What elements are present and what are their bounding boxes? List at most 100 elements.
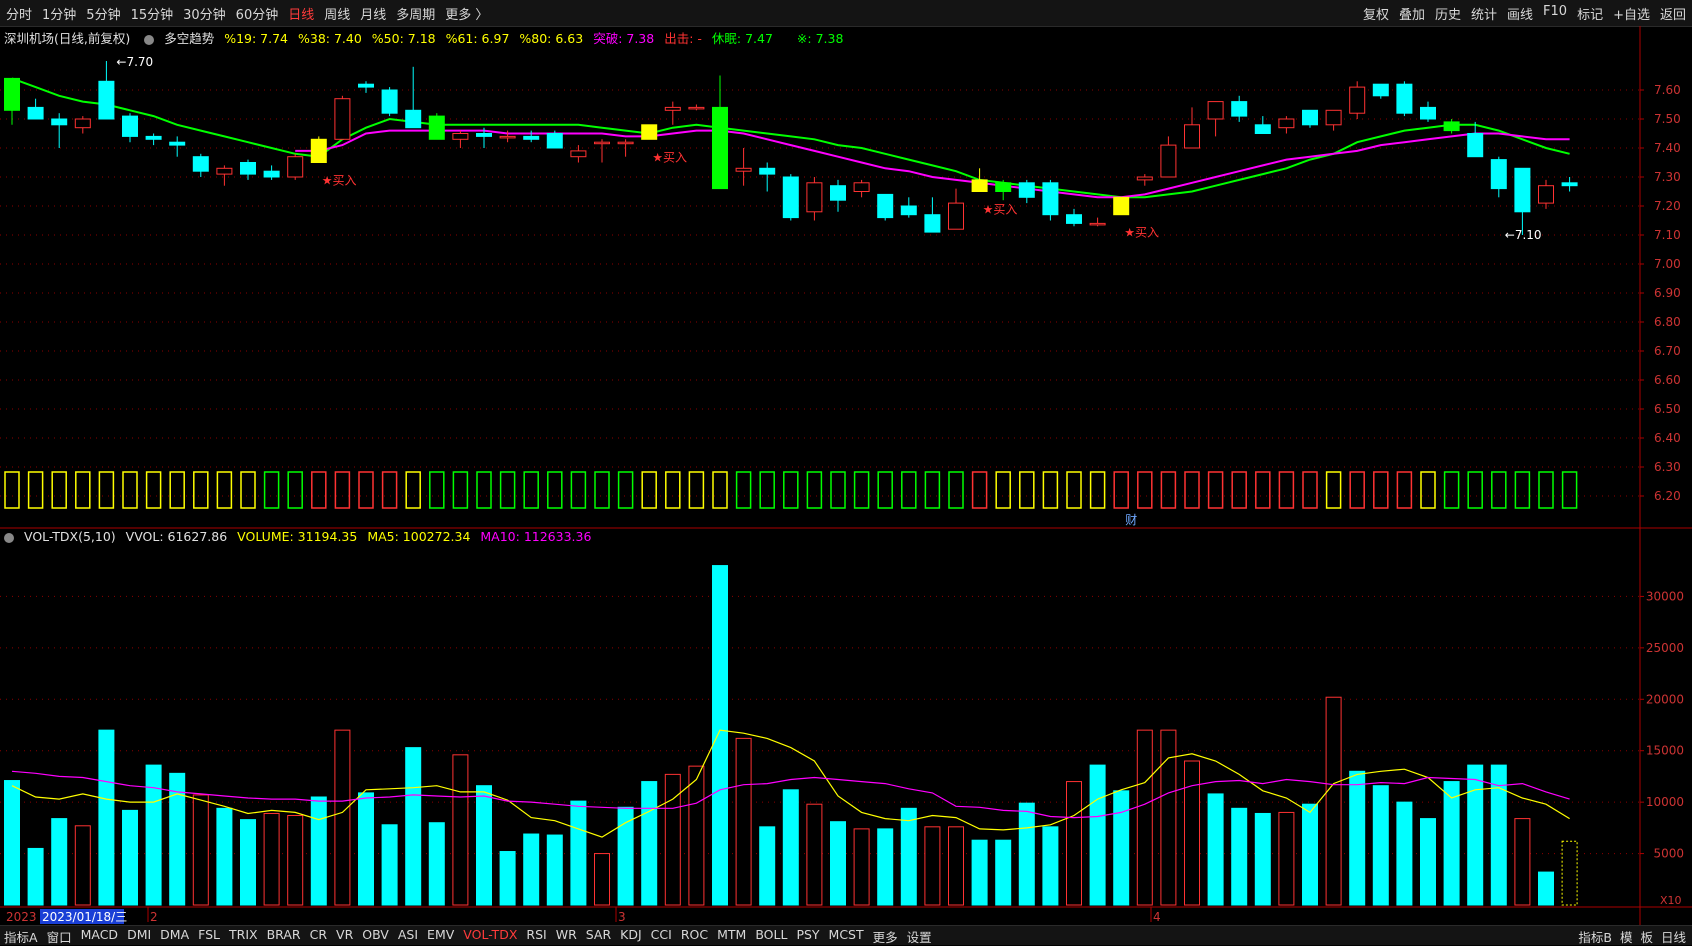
candle-body[interactable] xyxy=(1302,109,1318,126)
volume-bar[interactable] xyxy=(98,729,115,906)
volume-bar[interactable] xyxy=(759,826,776,906)
volume-bar[interactable] xyxy=(546,834,563,906)
candle-body[interactable] xyxy=(1490,159,1507,190)
indicator-tab-3[interactable]: DMI xyxy=(127,927,151,946)
volume-bar[interactable] xyxy=(381,824,398,906)
candle-body[interactable] xyxy=(98,80,115,120)
candle-body[interactable] xyxy=(1396,83,1413,114)
volume-bar[interactable] xyxy=(405,747,422,906)
volume-bar[interactable] xyxy=(806,803,823,906)
candle-body[interactable] xyxy=(830,185,846,201)
indicator-tab-13[interactable]: VOL-TDX xyxy=(463,927,517,946)
volume-bar[interactable] xyxy=(1278,811,1295,906)
candle-body[interactable] xyxy=(216,167,233,175)
indicator-tab-0[interactable]: 指标A xyxy=(4,927,38,946)
volume-bar[interactable] xyxy=(594,853,610,906)
candle-body[interactable] xyxy=(594,141,610,145)
candle-body[interactable] xyxy=(853,182,870,193)
volume-bar[interactable] xyxy=(1561,840,1578,906)
candle-body[interactable] xyxy=(664,106,681,111)
candle-body[interactable] xyxy=(782,176,799,219)
volume-bar[interactable] xyxy=(924,826,941,906)
volume-bar[interactable] xyxy=(877,828,894,906)
candle-body[interactable] xyxy=(192,156,209,172)
volume-bar[interactable] xyxy=(476,785,492,906)
volume-bar[interactable] xyxy=(310,796,327,906)
candle-body[interactable] xyxy=(948,202,964,230)
volume-bar[interactable] xyxy=(782,789,799,906)
volume-bar[interactable] xyxy=(358,792,374,906)
indicator-tab-12[interactable]: EMV xyxy=(427,927,454,946)
volume-bar[interactable] xyxy=(688,765,705,906)
volume-bar[interactable] xyxy=(1018,802,1035,906)
volume-bar[interactable] xyxy=(995,839,1012,906)
volume-bar[interactable] xyxy=(948,826,964,906)
indicator-tab-18[interactable]: CCI xyxy=(651,927,672,946)
volume-bar[interactable] xyxy=(499,851,516,906)
candle-body[interactable] xyxy=(641,124,658,140)
indicator-tab-24[interactable]: 更多 xyxy=(873,927,898,946)
candle-body[interactable] xyxy=(1467,133,1484,158)
candle-body[interactable] xyxy=(1254,124,1271,135)
candle-body[interactable] xyxy=(1372,83,1389,97)
bottom-right-tab-0[interactable]: 指标B xyxy=(1578,927,1612,946)
volume-bar[interactable] xyxy=(1349,770,1366,906)
candle-body[interactable] xyxy=(4,77,20,111)
volume-bar[interactable] xyxy=(1302,803,1318,906)
candle-body[interactable] xyxy=(523,135,540,140)
volume-bar[interactable] xyxy=(1396,801,1413,906)
candle-body[interactable] xyxy=(1066,214,1082,224)
candle-body[interactable] xyxy=(452,133,469,140)
volume-bar[interactable] xyxy=(641,781,658,906)
candle-body[interactable] xyxy=(476,133,492,137)
volume-bar[interactable] xyxy=(971,839,988,906)
volume-bar[interactable] xyxy=(428,822,445,906)
candle-body[interactable] xyxy=(1042,182,1059,216)
candle-body[interactable] xyxy=(27,106,44,120)
candle-body[interactable] xyxy=(877,193,894,219)
candle-body[interactable] xyxy=(617,141,634,145)
candle-body[interactable] xyxy=(405,109,422,129)
indicator-tab-22[interactable]: PSY xyxy=(796,927,819,946)
volume-bar[interactable] xyxy=(51,818,68,906)
indicator-tab-8[interactable]: CR xyxy=(310,927,327,946)
candle-body[interactable] xyxy=(1018,182,1035,198)
volume-bar[interactable] xyxy=(1420,818,1436,906)
volume-bar[interactable] xyxy=(1325,696,1342,906)
candle-body[interactable] xyxy=(287,156,304,178)
volume-bar[interactable] xyxy=(1136,729,1153,906)
volume-bar[interactable] xyxy=(1443,781,1460,906)
candle-body[interactable] xyxy=(971,179,988,192)
candle-body[interactable] xyxy=(995,182,1012,193)
candle-body[interactable] xyxy=(74,118,91,129)
stock-chart[interactable]: 7.60 7.50 7.40 7.30 7.20 7.10 7.00 6.90 6.80 6.70… xyxy=(0,0,1692,944)
volume-bar[interactable] xyxy=(1372,785,1389,906)
volume-bar[interactable] xyxy=(617,806,634,906)
volume-bar[interactable] xyxy=(1089,764,1106,906)
volume-bar[interactable] xyxy=(1066,781,1082,906)
bottom-right-tab-1[interactable]: 模 xyxy=(1620,927,1633,946)
indicator-tab-1[interactable]: 窗口 xyxy=(47,927,72,946)
candle-body[interactable] xyxy=(806,182,823,213)
volume-bar[interactable] xyxy=(1514,818,1531,906)
indicator-tab-23[interactable]: MCST xyxy=(829,927,864,946)
candle-body[interactable] xyxy=(1325,109,1342,126)
candle-body[interactable] xyxy=(145,135,162,140)
candle-body[interactable] xyxy=(428,115,445,140)
indicator-tab-11[interactable]: ASI xyxy=(398,927,418,946)
volume-bar[interactable] xyxy=(853,828,870,906)
candle-body[interactable] xyxy=(358,83,374,88)
volume-bar[interactable] xyxy=(570,800,587,906)
candle-body[interactable] xyxy=(1278,118,1295,129)
indicator-tab-14[interactable]: RSI xyxy=(526,927,546,946)
volume-bar[interactable] xyxy=(4,780,20,906)
volume-bar[interactable] xyxy=(1231,807,1248,906)
indicator-tab-17[interactable]: KDJ xyxy=(620,927,642,946)
candle-body[interactable] xyxy=(240,162,256,175)
indicator-tab-21[interactable]: BOLL xyxy=(755,927,787,946)
volume-bar[interactable] xyxy=(74,825,91,906)
candle-body[interactable] xyxy=(169,141,186,146)
volume-bar[interactable] xyxy=(712,565,728,906)
indicator-tab-16[interactable]: SAR xyxy=(586,927,611,946)
volume-bar[interactable] xyxy=(1207,793,1224,906)
